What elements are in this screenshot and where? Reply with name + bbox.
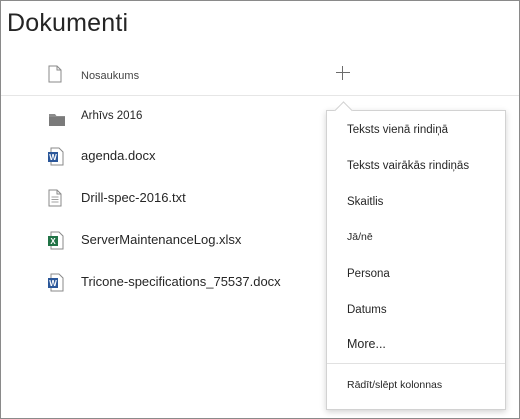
list-item-folder[interactable]: Arhīvs 2016 <box>1 102 321 132</box>
add-column-plus-icon[interactable] <box>334 64 352 82</box>
list-item-file[interactable]: Drill-spec-2016.txt <box>1 183 321 213</box>
menu-item-show-hide-columns[interactable]: Rādīt/slēpt kolonnas <box>327 370 505 404</box>
file-name[interactable]: ServerMaintenanceLog.xlsx <box>81 232 241 247</box>
file-name[interactable]: Tricone-specifications_75537.docx <box>81 274 281 289</box>
menu-item-label: More... <box>347 337 386 351</box>
menu-item-label: Rādīt/slēpt kolonnas <box>347 379 443 391</box>
excel-workbook-icon: X <box>48 231 66 251</box>
menu-item-label: Jā/nē <box>347 231 373 243</box>
menu-item-person[interactable]: Persona <box>327 259 505 293</box>
svg-text:W: W <box>49 153 57 162</box>
menu-item-more[interactable]: More... <box>327 329 505 363</box>
menu-divider <box>327 363 505 364</box>
svg-text:X: X <box>50 237 56 246</box>
word-document-icon: W <box>48 147 66 167</box>
menu-item-multi-line-text[interactable]: Teksts vairākās rindiņās <box>327 151 505 185</box>
file-type-column-icon[interactable] <box>48 65 62 88</box>
menu-item-label: Datums <box>347 304 387 316</box>
file-name[interactable]: Arhīvs 2016 <box>81 110 142 122</box>
folder-icon <box>48 108 66 128</box>
page-title: Dokumenti <box>7 9 129 37</box>
menu-item-label: Teksts vienā rindiņā <box>347 124 448 136</box>
menu-item-date[interactable]: Datums <box>327 295 505 329</box>
list-item-file[interactable]: W Tricone-specifications_75537.docx <box>1 267 321 297</box>
column-header-row: Nosaukums <box>1 59 519 96</box>
menu-item-label: Teksts vairākās rindiņās <box>347 160 470 172</box>
name-column-header[interactable]: Nosaukums <box>81 70 139 82</box>
list-item-file[interactable]: W agenda.docx <box>1 141 321 171</box>
menu-item-single-line-text[interactable]: Teksts vienā rindiņā <box>327 115 505 149</box>
word-document-icon: W <box>48 273 66 293</box>
document-library-panel: Dokumenti Nosaukums Arhīvs 2016 W agenda… <box>0 0 520 419</box>
file-name[interactable]: agenda.docx <box>81 148 155 163</box>
text-file-icon <box>48 189 66 209</box>
menu-item-yes-no[interactable]: Jā/nē <box>327 222 505 256</box>
list-item-file[interactable]: X ServerMaintenanceLog.xlsx <box>1 225 321 255</box>
file-name[interactable]: Drill-spec-2016.txt <box>81 190 186 205</box>
menu-item-label: Skaitlis <box>347 196 384 208</box>
menu-item-label: Persona <box>347 268 390 280</box>
add-column-menu: Teksts vienā rindiņā Teksts vairākās rin… <box>326 110 506 410</box>
menu-item-number[interactable]: Skaitlis <box>327 187 505 221</box>
svg-text:W: W <box>49 279 57 288</box>
